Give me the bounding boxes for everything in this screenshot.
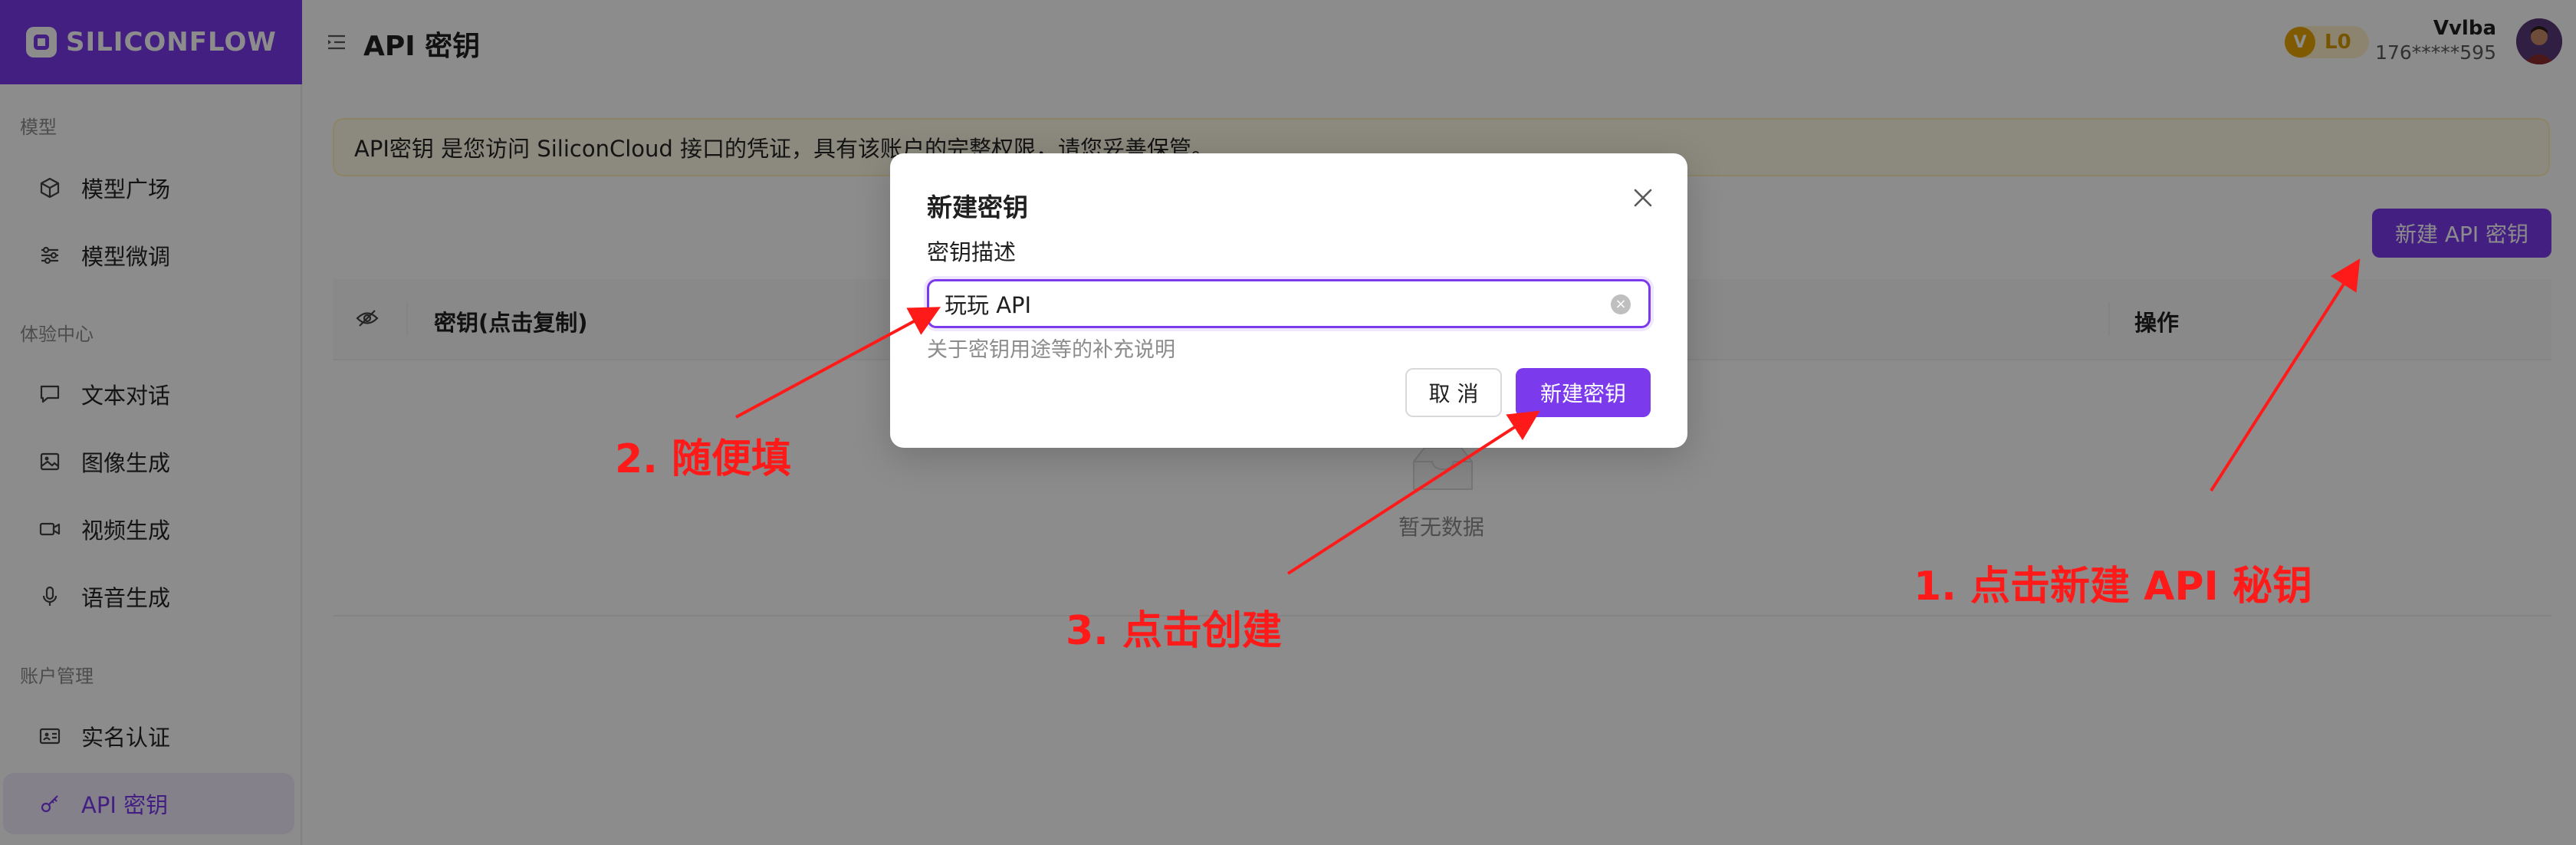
clear-input-icon[interactable]: × [1611,294,1631,314]
create-key-modal: 新建密钥 密钥描述 玩玩 API × 关于密钥用途等的补充说明 取 消 新建密钥 [890,153,1687,448]
key-description-input[interactable]: 玩玩 API [927,279,1651,328]
annotation-step3: 3. 点击创建 [1066,608,1283,654]
close-icon[interactable] [1629,184,1657,212]
annotation-step2: 2. 随便填 [615,436,792,482]
annotation-step1: 1. 点击新建 API 秘钥 [1914,564,2312,610]
modal-title: 新建密钥 [927,192,1028,222]
key-description-label: 密钥描述 [927,239,1017,265]
create-key-button[interactable]: 新建密钥 [1516,368,1651,417]
key-description-help: 关于密钥用途等的补充说明 [927,338,1175,362]
cancel-button[interactable]: 取 消 [1405,368,1502,417]
